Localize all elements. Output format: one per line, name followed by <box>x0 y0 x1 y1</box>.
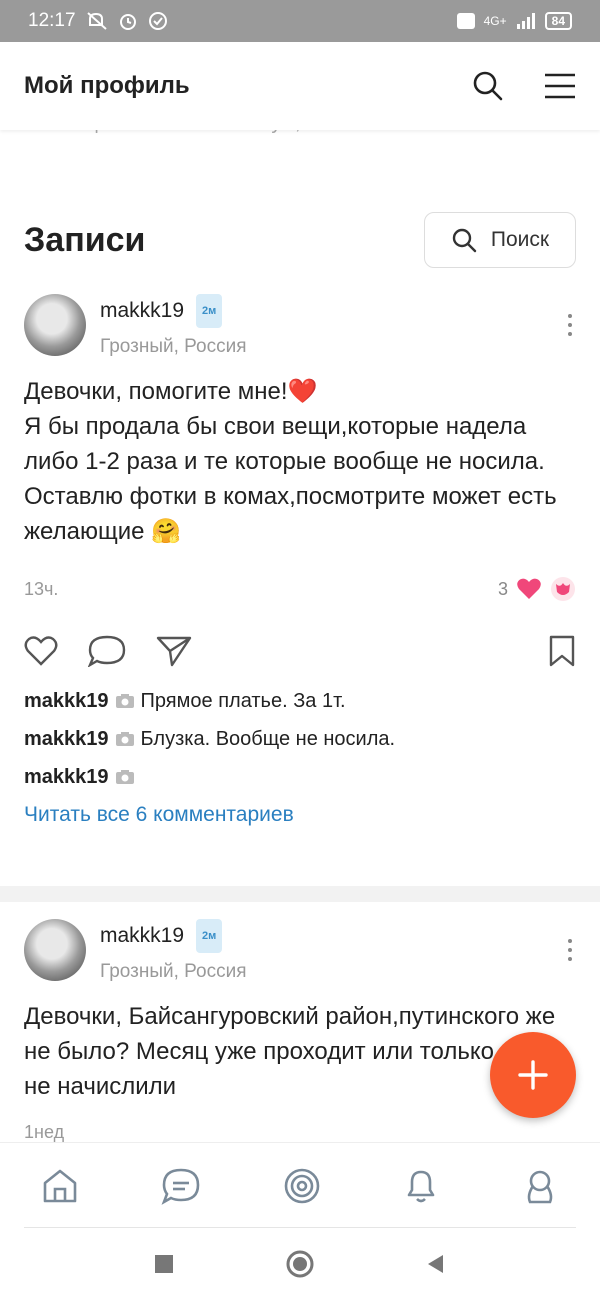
comment-text: Прямое платье. За 1т. <box>140 689 346 712</box>
volte-icon <box>456 13 475 29</box>
comment-item[interactable]: makkk19 Блузка. Вообще не носила. <box>24 723 576 755</box>
back-icon[interactable] <box>425 1253 447 1275</box>
heart-reaction-icon <box>517 578 541 599</box>
status-right: 4G+ 84 <box>456 12 572 30</box>
camera-icon <box>115 732 134 746</box>
post-time: 13ч. <box>24 578 59 599</box>
author-location: Грозный, Россия <box>100 961 247 982</box>
section-title: Записи <box>24 220 146 259</box>
signal-icon <box>516 13 535 29</box>
avatar[interactable] <box>24 294 86 356</box>
author-badge: 2м <box>196 919 223 953</box>
status-bar: 12:17 4G+ 84 <box>0 0 600 42</box>
alarm-icon <box>119 14 136 30</box>
check-circle-icon <box>148 12 167 30</box>
read-all-comments-link[interactable]: Читать все 6 комментариев <box>24 803 576 827</box>
search-icon[interactable] <box>472 70 504 102</box>
post-divider <box>0 886 600 902</box>
camera-icon <box>115 770 134 784</box>
author-badge: 2м <box>196 294 223 328</box>
battery-level: 84 <box>544 12 572 30</box>
reactions-summary[interactable]: 3 <box>498 576 576 602</box>
profile-icon[interactable] <box>521 1167 559 1205</box>
comment-item[interactable]: makkk19 <box>24 761 576 793</box>
chat-icon[interactable] <box>161 1167 201 1205</box>
comment-author: makkk19 <box>24 765 109 788</box>
network-type: 4G+ <box>483 14 507 28</box>
page-title: Мой профиль <box>24 72 190 99</box>
author-name[interactable]: makkk19 <box>100 297 184 325</box>
home-button-icon[interactable] <box>285 1249 315 1279</box>
comment-item[interactable]: makkk19 Прямое платье. За 1т. <box>24 685 576 717</box>
bottom-nav <box>0 1142 600 1228</box>
comments-list: makkk19 Прямое платье. За 1т. makkk19 Бл… <box>24 685 576 827</box>
post-more-button[interactable] <box>564 314 576 336</box>
bell-icon[interactable] <box>403 1167 439 1205</box>
author-location: Грозный, Россия <box>100 336 247 357</box>
comment-icon[interactable] <box>88 635 126 667</box>
avatar[interactable] <box>24 919 86 981</box>
comment-author: makkk19 <box>24 727 109 750</box>
mute-icon <box>86 12 107 30</box>
posts-search-label: Поиск <box>490 228 550 251</box>
post-header: makkk19 2м Грозный, Россия <box>24 294 576 358</box>
comment-text: Блузка. Вообще не носила. <box>140 727 396 750</box>
share-icon[interactable] <box>156 635 192 667</box>
plus-icon <box>518 1060 548 1090</box>
system-nav <box>0 1228 600 1299</box>
recents-icon[interactable] <box>153 1253 175 1275</box>
status-icons <box>86 11 168 31</box>
author-name-row: makkk19 2м <box>100 919 246 953</box>
post-time: 1нед <box>24 1121 65 1142</box>
author-name-row: makkk19 2м <box>100 294 246 328</box>
app-bar-actions <box>472 70 576 102</box>
post-more-button[interactable] <box>564 939 576 961</box>
post-author-block: makkk19 2м Грозный, Россия <box>100 919 246 983</box>
status-time: 12:17 <box>28 10 76 31</box>
comment-author: makkk19 <box>24 689 109 712</box>
post-meta: 13ч. 3 <box>24 569 576 609</box>
search-icon <box>452 228 477 253</box>
tulip-reaction-icon <box>551 577 575 601</box>
post-actions <box>24 631 576 671</box>
app-bar: Мой профиль <box>0 42 600 130</box>
create-post-button[interactable] <box>490 1032 576 1118</box>
heart-icon[interactable] <box>24 635 58 667</box>
bookmark-icon[interactable] <box>548 635 576 667</box>
menu-icon[interactable] <box>544 72 576 100</box>
reaction-count: 3 <box>497 578 508 599</box>
posts-search-button[interactable]: Поиск <box>424 212 576 268</box>
post-text: Девочки, помогите мне!❤️ Я бы продала бы… <box>24 378 557 545</box>
feed-icon[interactable] <box>283 1167 321 1205</box>
posts-section-header: Записи Поиск <box>24 212 576 268</box>
home-icon[interactable] <box>41 1167 79 1205</box>
post-card: makkk19 2м Грозный, Россия Девочки, помо… <box>0 294 600 827</box>
post-author-block: makkk19 2м Грозный, Россия <box>100 294 246 358</box>
author-name[interactable]: makkk19 <box>100 922 184 950</box>
post-header: makkk19 2м Грозный, Россия <box>24 919 576 983</box>
post-card: makkk19 2м Грозный, Россия Девочки, Байс… <box>0 919 600 1152</box>
camera-icon <box>115 694 134 708</box>
